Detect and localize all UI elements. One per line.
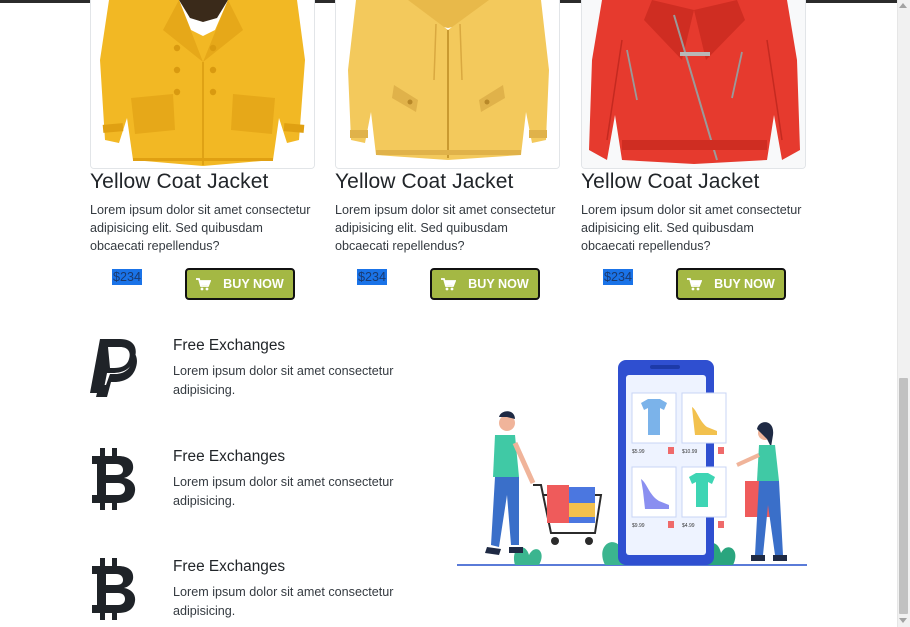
product-title: Yellow Coat Jacket: [335, 170, 514, 193]
product-description: Lorem ipsum dolor sit amet consectetur a…: [581, 203, 802, 253]
product-description: Lorem ipsum dolor sit amet consectetur a…: [90, 203, 311, 253]
buy-now-button[interactable]: BUY NOW: [676, 268, 786, 300]
product-description: Lorem ipsum dolor sit amet consectetur a…: [335, 203, 556, 253]
feature-title: Free Exchanges: [173, 558, 286, 575]
scroll-down-arrow-icon[interactable]: [899, 618, 907, 623]
scroll-thumb[interactable]: [899, 378, 908, 614]
buy-now-label: BUY NOW: [468, 277, 529, 291]
online-shopping-illustration: $5.99 $10.99 $9.99 $4.99: [457, 360, 807, 566]
cart-icon: [441, 277, 457, 290]
product-price: $234: [112, 269, 143, 285]
feature-item: Free Exchanges Lorem ipsum dolor sit ame…: [88, 448, 408, 518]
product-image-red-leather-jacket[interactable]: [581, 0, 806, 169]
price-tag: $10.99: [682, 449, 698, 455]
paypal-icon: [90, 339, 137, 397]
product-title: Yellow Coat Jacket: [90, 170, 269, 193]
buy-now-button[interactable]: BUY NOW: [185, 268, 295, 300]
feature-item: Free Exchanges Lorem ipsum dolor sit ame…: [88, 558, 408, 627]
product-image-yellow-coat[interactable]: [90, 0, 315, 169]
price-tag: $5.99: [632, 449, 645, 455]
feature-item: Free Exchanges Lorem ipsum dolor sit ame…: [88, 337, 408, 407]
buy-now-button[interactable]: BUY NOW: [430, 268, 540, 300]
buy-now-label: BUY NOW: [714, 277, 775, 291]
bitcoin-icon: [92, 448, 136, 510]
feature-text: Lorem ipsum dolor sit amet consectetur a…: [173, 585, 394, 618]
feature-title: Free Exchanges: [173, 337, 286, 354]
product-title: Yellow Coat Jacket: [581, 170, 760, 193]
vertical-scrollbar[interactable]: [897, 0, 910, 627]
scroll-up-arrow-icon[interactable]: [899, 3, 907, 8]
product-image-light-yellow-jacket[interactable]: [335, 0, 560, 169]
feature-title: Free Exchanges: [173, 448, 286, 465]
cart-icon: [196, 277, 212, 290]
feature-text: Lorem ipsum dolor sit amet consectetur a…: [173, 475, 394, 508]
product-price: $234: [357, 269, 388, 285]
bitcoin-icon: [92, 558, 136, 620]
price-tag: $9.99: [632, 523, 645, 529]
price-tag: $4.99: [682, 523, 695, 529]
product-price: $234: [603, 269, 634, 285]
feature-text: Lorem ipsum dolor sit amet consectetur a…: [173, 364, 394, 397]
cart-icon: [687, 277, 703, 290]
buy-now-label: BUY NOW: [223, 277, 284, 291]
